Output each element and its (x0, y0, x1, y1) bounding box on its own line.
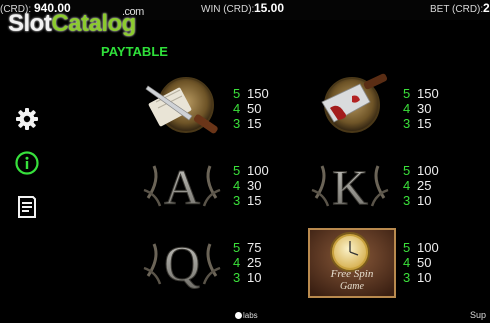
free-spin-watch-symbol: Free Spin Game (308, 228, 396, 298)
bet-label: BET (CRD): (430, 4, 484, 15)
letter-k-glyph: K (332, 159, 368, 215)
bottom-right-text: Sup (470, 310, 487, 320)
letter-q-symbol: Q (140, 228, 224, 298)
pay-amount: 15 (247, 116, 262, 131)
document-icon (18, 196, 36, 218)
bottom-bar: labs Sup (0, 309, 490, 323)
pay-amount: 75 (247, 240, 262, 255)
bet-value: 2 (483, 1, 490, 15)
watermark-part-1: Slot (8, 10, 52, 37)
pay-amount: 50 (417, 255, 432, 270)
pay-count: 5 (233, 240, 241, 255)
provider-logo: labs (235, 311, 258, 320)
pay-row: 4 50 (403, 255, 439, 270)
letter-a-pays: 5 100 4 30 3 15 (233, 163, 269, 208)
pay-count: 4 (233, 101, 241, 116)
provider-logo-text: labs (243, 311, 258, 320)
gear-icon (16, 108, 38, 130)
pay-row: 5 100 (233, 163, 269, 178)
logo-dot-icon (235, 312, 242, 319)
pay-amount: 100 (417, 163, 439, 178)
pay-amount: 15 (417, 116, 432, 131)
pay-row: 3 10 (233, 270, 261, 285)
pay-amount: 100 (417, 240, 439, 255)
pay-row: 5 100 (403, 163, 439, 178)
pay-row: 5 150 (403, 86, 439, 101)
paytable-rules-button[interactable] (14, 194, 40, 220)
paytable-title: PAYTABLE (101, 44, 168, 59)
knife-letter-pays: 5 150 4 50 3 15 (233, 86, 269, 131)
pay-count: 4 (403, 255, 411, 270)
pay-row: 3 15 (233, 193, 269, 208)
info-button[interactable] (14, 150, 40, 176)
pay-amount: 150 (247, 86, 269, 101)
pay-count: 4 (233, 178, 241, 193)
letter-q-glyph: Q (164, 235, 200, 291)
pay-count: 4 (233, 255, 241, 270)
pay-count: 5 (403, 163, 411, 178)
pay-row: 4 50 (233, 101, 269, 116)
cleaver-pays: 5 150 4 30 3 15 (403, 86, 439, 131)
pay-amount: 25 (247, 255, 262, 270)
pay-count: 5 (403, 86, 411, 101)
pay-amount: 25 (417, 178, 432, 193)
pay-count: 5 (233, 86, 241, 101)
win-label: WIN (CRD): (201, 4, 255, 15)
pay-count: 3 (233, 193, 241, 208)
pay-amount: 10 (247, 270, 262, 285)
pay-amount: 15 (247, 193, 262, 208)
pay-row: 4 30 (233, 178, 269, 193)
pay-row: 4 25 (403, 178, 439, 193)
pay-count: 3 (403, 116, 411, 131)
slotcatalog-watermark: SlotCatalog .com (8, 6, 144, 38)
letter-q-pays: 5 75 4 25 3 10 (233, 240, 261, 285)
win-value: 15.00 (254, 1, 285, 15)
free-spin-caption-2: Game (340, 281, 364, 292)
pay-count: 3 (233, 270, 241, 285)
pay-count: 4 (403, 101, 411, 116)
pay-amount: 10 (417, 270, 432, 285)
letter-a-symbol: A (140, 150, 224, 220)
pay-row: 3 15 (403, 116, 439, 131)
watermark-suffix: .com (122, 6, 144, 18)
pay-amount: 30 (417, 101, 432, 116)
pay-row: 5 100 (403, 240, 439, 255)
letter-k-pays: 5 100 4 25 3 10 (403, 163, 439, 208)
settings-button[interactable] (14, 106, 40, 132)
knife-letter-symbol (140, 72, 224, 142)
pay-amount: 150 (417, 86, 439, 101)
pay-row: 4 30 (403, 101, 439, 116)
free-spin-caption-1: Free Spin (330, 268, 374, 280)
pay-row: 3 10 (403, 270, 439, 285)
pay-count: 3 (403, 193, 411, 208)
pay-count: 3 (233, 116, 241, 131)
pay-row: 3 10 (403, 193, 439, 208)
pay-count: 3 (403, 270, 411, 285)
pay-amount: 10 (417, 193, 432, 208)
free-spin-pays: 5 100 4 50 3 10 (403, 240, 439, 285)
pay-row: 5 75 (233, 240, 261, 255)
cleaver-symbol (308, 72, 392, 142)
pay-row: 5 150 (233, 86, 269, 101)
pay-amount: 30 (247, 178, 262, 193)
pay-row: 3 15 (233, 116, 269, 131)
letter-a-glyph: A (164, 159, 200, 215)
pay-amount: 100 (247, 163, 269, 178)
info-icon (15, 151, 39, 175)
pay-count: 4 (403, 178, 411, 193)
pay-row: 4 25 (233, 255, 261, 270)
pay-amount: 50 (247, 101, 262, 116)
letter-k-symbol: K (308, 150, 392, 220)
pay-count: 5 (233, 163, 241, 178)
pay-count: 5 (403, 240, 411, 255)
